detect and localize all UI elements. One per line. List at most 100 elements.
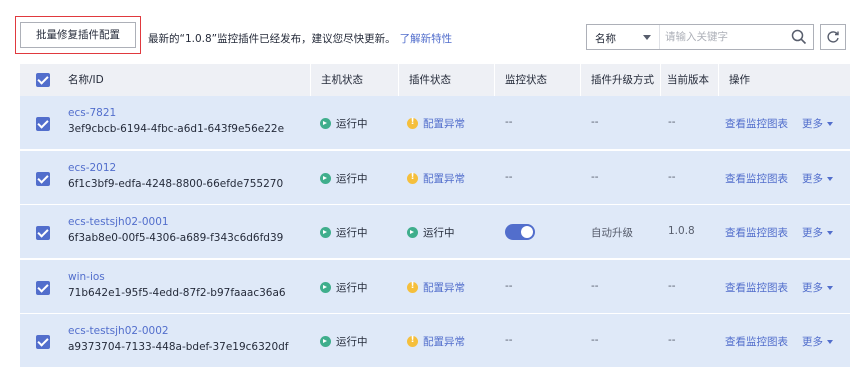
search-input[interactable] bbox=[665, 28, 783, 46]
running-status-icon bbox=[320, 118, 331, 129]
view-monitor-chart-link[interactable]: 查看监控图表 bbox=[725, 171, 788, 186]
upgrade-mode: -- bbox=[591, 280, 599, 292]
host-id: 3ef9cbcb-6194-4fbc-a6d1-643f9e56e22e bbox=[68, 123, 285, 135]
view-monitor-chart-link[interactable]: 查看监控图表 bbox=[725, 116, 788, 131]
host-id: a9373704-7133-448a-bdef-37e19c6320df bbox=[68, 341, 289, 353]
host-status: 运行中 bbox=[320, 225, 368, 240]
column-header-plugin-status: 插件状态 bbox=[398, 64, 494, 96]
warning-icon bbox=[407, 117, 418, 129]
current-version: -- bbox=[668, 116, 676, 128]
upgrade-mode: 自动升级 bbox=[591, 227, 633, 239]
column-header-upgrade-mode: 插件升级方式 bbox=[580, 64, 660, 96]
view-monitor-chart-link[interactable]: 查看监控图表 bbox=[725, 334, 788, 349]
column-header-name: 名称/ID bbox=[68, 74, 104, 86]
update-notice-text: 最新的“1.0.8”监控插件已经发布，建议您尽快更新。 bbox=[148, 33, 396, 45]
monitor-status-text: -- bbox=[505, 171, 513, 183]
search-field-select[interactable]: 名称 bbox=[587, 25, 660, 49]
table-row: ecs-2012 6f1c3bf9-edfa-4248-8800-66efde75… bbox=[20, 151, 850, 205]
host-status-text: 运行中 bbox=[336, 336, 368, 348]
table-row: ecs-7821 3ef9cbcb-6194-4fbc-a6d1-643f9e56… bbox=[20, 96, 850, 150]
row-checkbox[interactable] bbox=[36, 281, 50, 295]
plugin-status: 配置异常 bbox=[407, 334, 465, 349]
chevron-down-icon bbox=[643, 35, 651, 40]
more-label: 更多 bbox=[802, 282, 823, 294]
more-actions-dropdown[interactable]: 更多 bbox=[802, 225, 833, 240]
select-all-checkbox[interactable] bbox=[36, 73, 50, 87]
plugin-config-error-link[interactable]: 配置异常 bbox=[423, 282, 465, 294]
host-name-link[interactable]: ecs-testsjh02-0001 bbox=[68, 216, 169, 228]
host-status: 运行中 bbox=[320, 334, 368, 349]
plugin-status: 运行中 bbox=[407, 225, 455, 240]
row-checkbox[interactable] bbox=[36, 172, 50, 186]
host-name-link[interactable]: ecs-2012 bbox=[68, 162, 116, 174]
host-id: 6f1c3bf9-edfa-4248-8800-66efde755270 bbox=[68, 178, 284, 190]
more-actions-dropdown[interactable]: 更多 bbox=[802, 334, 833, 349]
plugin-status-cell: 配置异常 bbox=[407, 116, 465, 131]
refresh-icon bbox=[827, 31, 839, 43]
running-status-icon bbox=[320, 282, 331, 293]
chevron-down-icon bbox=[827, 231, 833, 235]
more-actions-dropdown[interactable]: 更多 bbox=[802, 116, 833, 131]
batch-button-highlight: 批量修复插件配置 bbox=[15, 16, 141, 54]
plugin-config-error-link[interactable]: 配置异常 bbox=[423, 173, 465, 185]
monitor-toggle[interactable] bbox=[505, 224, 535, 240]
plugin-config-error-link[interactable]: 配置异常 bbox=[423, 118, 465, 130]
running-status-icon bbox=[320, 173, 331, 184]
warning-icon bbox=[407, 281, 418, 293]
current-version: -- bbox=[668, 280, 676, 292]
table-row: win-ios 71b642e1-95f5-4edd-87f2-b97faaac3… bbox=[20, 260, 850, 314]
host-name-link[interactable]: ecs-7821 bbox=[68, 107, 116, 119]
running-status-icon bbox=[320, 227, 331, 238]
upgrade-mode: -- bbox=[591, 171, 599, 183]
plugin-status-cell: 配置异常 bbox=[407, 334, 465, 349]
plugin-status-text: 运行中 bbox=[423, 227, 455, 239]
host-id: 6f3ab8e0-00f5-4306-a689-f343c6d6fd39 bbox=[68, 232, 284, 244]
host-status-text: 运行中 bbox=[336, 227, 368, 239]
monitor-status-text: -- bbox=[505, 116, 513, 128]
chevron-down-icon bbox=[827, 340, 833, 344]
row-checkbox[interactable] bbox=[36, 226, 50, 240]
search-field-select-label: 名称 bbox=[595, 33, 616, 45]
row-checkbox[interactable] bbox=[36, 117, 50, 131]
host-id: 71b642e1-95f5-4edd-87f2-b97faaac36a6 bbox=[68, 287, 286, 299]
more-label: 更多 bbox=[802, 118, 823, 130]
search-icon[interactable] bbox=[791, 29, 807, 45]
chevron-down-icon bbox=[827, 177, 833, 181]
batch-fix-plugin-config-button[interactable]: 批量修复插件配置 bbox=[20, 22, 136, 48]
chevron-down-icon bbox=[827, 286, 833, 290]
monitor-status-text: -- bbox=[505, 334, 513, 346]
plugin-config-error-link[interactable]: 配置异常 bbox=[423, 336, 465, 348]
refresh-button[interactable] bbox=[820, 24, 846, 50]
column-header-host-status: 主机状态 bbox=[310, 64, 398, 96]
more-actions-dropdown[interactable]: 更多 bbox=[802, 280, 833, 295]
table-header: 名称/ID 主机状态 插件状态 监控状态 插件升级方式 当前版本 操作 bbox=[20, 64, 850, 96]
plugin-status: 配置异常 bbox=[407, 171, 465, 186]
update-notice: 最新的“1.0.8”监控插件已经发布，建议您尽快更新。 了解新特性 bbox=[148, 31, 452, 46]
plugin-status-cell: 配置异常 bbox=[407, 280, 465, 295]
row-checkbox[interactable] bbox=[36, 335, 50, 349]
more-actions-dropdown[interactable]: 更多 bbox=[802, 171, 833, 186]
view-monitor-chart-link[interactable]: 查看监控图表 bbox=[725, 280, 788, 295]
host-name-link[interactable]: ecs-testsjh02-0002 bbox=[68, 325, 169, 337]
plugin-status-cell: 运行中 bbox=[407, 225, 455, 240]
learn-new-features-link[interactable]: 了解新特性 bbox=[400, 33, 453, 45]
plugin-status: 配置异常 bbox=[407, 116, 465, 131]
table-row: ecs-testsjh02-0002 a9373704-7133-448a-bde… bbox=[20, 314, 850, 368]
more-label: 更多 bbox=[802, 336, 823, 348]
warning-icon bbox=[407, 172, 418, 184]
warning-icon bbox=[407, 335, 418, 347]
search-box: 名称 bbox=[586, 24, 814, 50]
toolbar: 批量修复插件配置 最新的“1.0.8”监控插件已经发布，建议您尽快更新。 了解新特… bbox=[0, 0, 850, 62]
header-checkbox-cell bbox=[20, 64, 56, 96]
running-status-icon bbox=[407, 227, 418, 238]
current-version: -- bbox=[668, 171, 676, 183]
running-status-icon bbox=[320, 336, 331, 347]
host-status-text: 运行中 bbox=[336, 118, 368, 130]
view-monitor-chart-link[interactable]: 查看监控图表 bbox=[725, 225, 788, 240]
host-name-link[interactable]: win-ios bbox=[68, 271, 105, 283]
column-header-version: 当前版本 bbox=[660, 64, 718, 96]
monitor-status-text: -- bbox=[505, 280, 513, 292]
host-status-text: 运行中 bbox=[336, 282, 368, 294]
host-status: 运行中 bbox=[320, 116, 368, 131]
column-header-actions: 操作 bbox=[718, 64, 850, 96]
